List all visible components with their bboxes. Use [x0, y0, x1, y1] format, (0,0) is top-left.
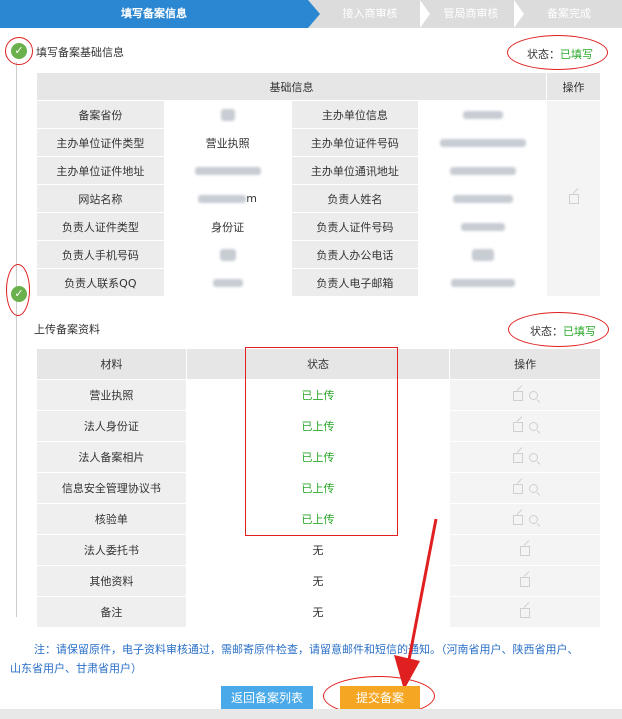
table-row: 网站名称 m 负责人姓名 — [36, 184, 601, 213]
search-icon[interactable] — [528, 422, 538, 431]
material-name: 信息安全管理协议书 — [36, 472, 187, 504]
annotation-circle — [507, 35, 608, 70]
blurred-value — [450, 279, 515, 287]
row-actions — [449, 472, 601, 504]
search-icon[interactable] — [528, 391, 538, 400]
edit-icon[interactable] — [520, 576, 531, 587]
notice-line: 山东省用户、甘肃省用户） — [10, 662, 142, 675]
field-label: 负责人办公电话 — [290, 240, 420, 269]
field-label: 备案省份 — [36, 100, 165, 129]
field-label: 负责人联系QQ — [36, 268, 165, 297]
back-to-list-button[interactable]: 返回备案列表 — [221, 686, 313, 710]
annotation-circle — [6, 264, 30, 316]
table-row: 备注无 — [36, 596, 601, 628]
table-row: 法人委托书无 — [36, 534, 601, 566]
field-label: 网站名称 — [36, 184, 165, 213]
edit-icon[interactable] — [568, 194, 579, 204]
table-row: 负责人手机号码 负责人办公电话 — [36, 240, 601, 269]
search-icon[interactable] — [528, 515, 538, 524]
material-name: 营业执照 — [36, 379, 187, 411]
upload-section-title: 上传备案资料 — [34, 323, 100, 336]
footer-bar — [0, 709, 622, 719]
field-label: 负责人电子邮箱 — [290, 268, 420, 297]
partial-value: m — [246, 192, 257, 205]
table-row: 主办单位证件类型 营业执照 主办单位证件号码 — [36, 128, 601, 157]
blurred-value — [452, 195, 513, 203]
blurred-value — [194, 167, 261, 175]
row-actions — [449, 503, 601, 535]
row-actions — [449, 441, 601, 473]
blurred-value — [449, 167, 516, 175]
blurred-value — [198, 195, 247, 203]
field-label: 主办单位证件号码 — [290, 128, 420, 157]
step-complete: 备案完成 — [547, 7, 591, 20]
edit-icon[interactable] — [512, 483, 523, 494]
basic-section-title: 填写备案基础信息 — [36, 46, 124, 59]
blurred-value — [462, 111, 503, 119]
field-label: 负责人证件类型 — [36, 212, 165, 241]
field-value: 营业执照 — [163, 128, 292, 157]
blurred-value — [439, 139, 526, 147]
field-label: 负责人手机号码 — [36, 240, 165, 269]
material-name: 备注 — [36, 596, 187, 628]
field-label: 主办单位证件类型 — [36, 128, 165, 157]
progress-steps: 填写备案信息 接入商审核 管局商审核 备案完成 — [0, 0, 622, 28]
row-actions — [449, 596, 601, 628]
notice-line: 注：请保留原件，电子资料审核通过，需邮寄原件检查，请留意邮件和短信的通知。（河南… — [34, 643, 579, 656]
timeline-line — [16, 62, 17, 617]
blurred-value — [212, 279, 243, 287]
table-row: 主办单位证件地址 主办单位通讯地址 — [36, 156, 601, 185]
table-row: 其他资料无 — [36, 565, 601, 597]
annotation-rectangle — [245, 347, 398, 536]
column-header: 材料 — [36, 348, 187, 380]
edit-button[interactable] — [546, 100, 601, 297]
step-bureau-review: 管局商审核 — [443, 7, 499, 20]
material-name: 其他资料 — [36, 565, 187, 597]
annotation-arrow — [394, 518, 438, 690]
field-label: 主办单位信息 — [290, 100, 420, 129]
search-icon[interactable] — [528, 453, 538, 462]
material-name: 法人委托书 — [36, 534, 187, 566]
field-label: 主办单位证件地址 — [36, 156, 165, 185]
material-name: 核验单 — [36, 503, 187, 535]
material-name: 法人身份证 — [36, 410, 187, 442]
row-actions — [449, 565, 601, 597]
table-row: 备案省份 主办单位信息 — [36, 100, 601, 297]
search-icon[interactable] — [528, 484, 538, 493]
edit-icon[interactable] — [512, 452, 523, 463]
notice-text: 注：请保留原件，电子资料审核通过，需邮寄原件检查，请留意邮件和短信的通知。（河南… — [10, 640, 610, 678]
field-value: 身份证 — [163, 212, 292, 241]
material-name: 法人备案相片 — [36, 441, 187, 473]
edit-icon[interactable] — [512, 421, 523, 432]
row-actions — [449, 534, 601, 566]
edit-icon[interactable] — [512, 390, 523, 401]
field-label: 负责人姓名 — [290, 184, 420, 213]
blurred-value — [219, 249, 236, 261]
field-label: 负责人证件号码 — [290, 212, 420, 241]
field-label: 主办单位通讯地址 — [290, 156, 420, 185]
edit-icon[interactable] — [512, 514, 523, 525]
step-isp-review: 接入商审核 — [342, 7, 398, 20]
column-header: 操作 — [449, 348, 601, 380]
row-actions — [449, 379, 601, 411]
step-fill-info: 填写备案信息 — [0, 0, 308, 28]
edit-icon[interactable] — [520, 545, 531, 556]
blurred-value — [460, 223, 505, 231]
blurred-value — [220, 109, 235, 121]
op-header: 操作 — [546, 72, 601, 101]
step-arrow — [308, 0, 320, 28]
edit-icon[interactable] — [520, 607, 531, 618]
table-row: 负责人证件类型 身份证 负责人证件号码 — [36, 212, 601, 241]
row-actions — [449, 410, 601, 442]
annotation-circle — [5, 37, 33, 65]
basic-info-table: 基础信息 操作 备案省份 主办单位信息 主办单位证件类型 营业执照 主办单位证件… — [35, 72, 601, 297]
annotation-circle — [508, 312, 609, 347]
blurred-value — [471, 249, 494, 261]
table-header: 基础信息 — [35, 72, 548, 101]
table-row: 负责人联系QQ 负责人电子邮箱 — [36, 268, 601, 297]
